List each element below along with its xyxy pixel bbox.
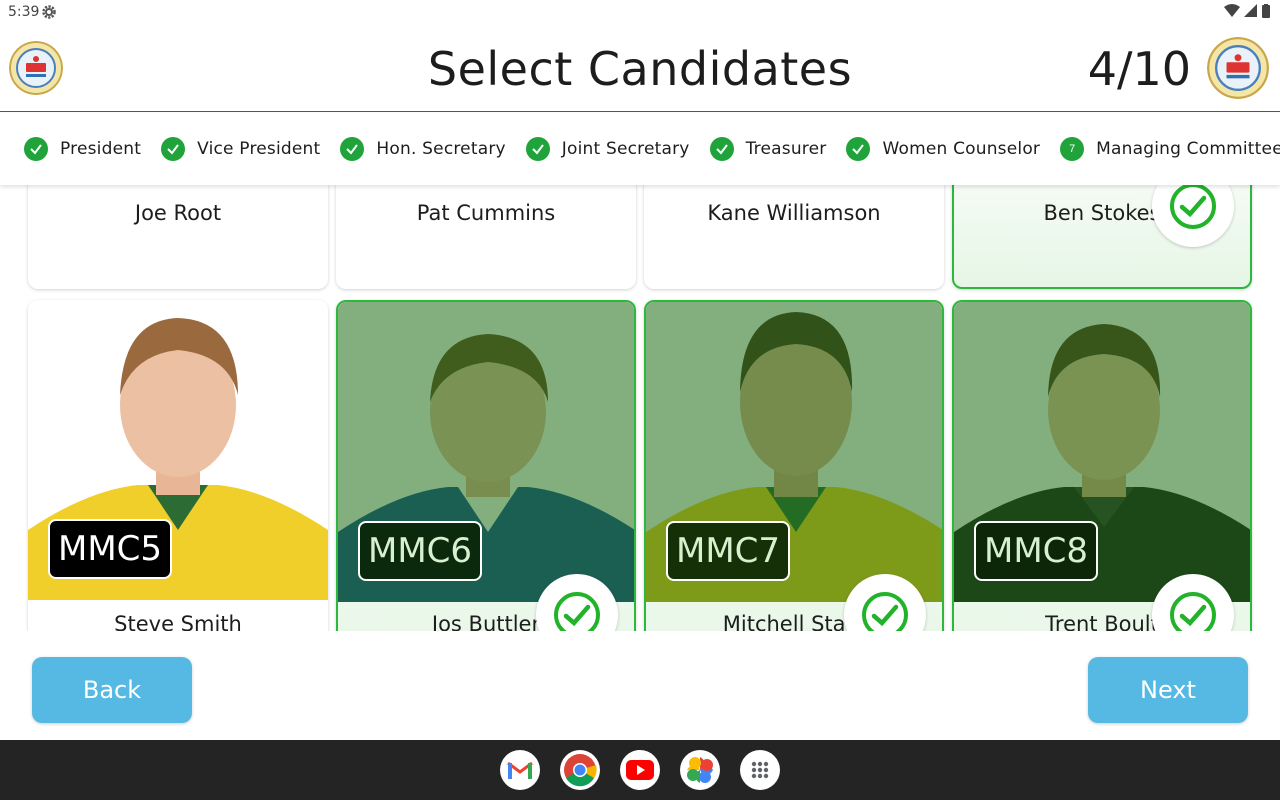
candidate-card[interactable]: MMC5 Steve Smith bbox=[28, 300, 328, 631]
status-bar: 5:39 bbox=[0, 0, 1280, 24]
selected-check-icon bbox=[1152, 185, 1234, 247]
candidate-card-selected[interactable]: MMC8 Trent Boult bbox=[952, 300, 1252, 631]
check-icon bbox=[525, 137, 550, 161]
back-button[interactable]: Back bbox=[32, 657, 192, 723]
step-managing-committee[interactable]: 7 Managing Committee bbox=[1060, 137, 1280, 161]
candidate-card-selected[interactable]: Ben Stokes bbox=[952, 185, 1252, 289]
candidate-name: Kane Williamson bbox=[707, 201, 881, 225]
selection-counter: 4/10 bbox=[1087, 42, 1191, 96]
step-vice-president[interactable]: Vice President bbox=[161, 137, 320, 161]
position-stepper: President Vice President Hon. Secretary … bbox=[0, 113, 1280, 185]
next-button[interactable]: Next bbox=[1088, 657, 1248, 723]
step-women-counselor[interactable]: Women Counselor bbox=[846, 137, 1040, 161]
candidate-card[interactable]: Joe Root bbox=[28, 185, 328, 289]
check-icon bbox=[340, 137, 365, 161]
step-label: Women Counselor bbox=[882, 139, 1041, 159]
step-treasurer[interactable]: Treasurer bbox=[709, 137, 827, 161]
candidate-code-badge: MMC5 bbox=[48, 519, 173, 579]
candidate-card-selected[interactable]: MMC6 Jos Buttler bbox=[336, 300, 636, 631]
step-number-badge: 7 bbox=[1060, 137, 1085, 161]
candidate-card-selected[interactable]: MMC7 Mitchell Starc bbox=[644, 300, 944, 631]
step-label: Hon. Secretary bbox=[376, 139, 506, 159]
step-label: Joint Secretary bbox=[561, 139, 690, 159]
step-hon-secretary[interactable]: Hon. Secretary bbox=[340, 137, 506, 161]
step-president[interactable]: President bbox=[24, 137, 141, 161]
os-taskbar bbox=[0, 740, 1280, 800]
candidate-grid: Joe Root Pat Cummins Kane Williamson Ben… bbox=[0, 185, 1280, 631]
candidate-card[interactable]: Pat Cummins bbox=[336, 185, 636, 289]
candidate-name: Joe Root bbox=[134, 201, 222, 225]
step-joint-secretary[interactable]: Joint Secretary bbox=[525, 137, 690, 161]
check-icon bbox=[24, 137, 48, 161]
status-time: 5:39 bbox=[8, 4, 40, 20]
app-drawer-icon[interactable] bbox=[740, 750, 780, 790]
candidate-code-badge: MMC7 bbox=[666, 521, 791, 581]
check-icon bbox=[161, 137, 186, 161]
photos-icon[interactable] bbox=[680, 750, 720, 790]
chrome-icon[interactable] bbox=[560, 750, 600, 790]
wifi-icon bbox=[1224, 4, 1240, 17]
step-label: Treasurer bbox=[745, 139, 827, 159]
battery-icon bbox=[1262, 4, 1270, 18]
candidate-card[interactable]: Kane Williamson bbox=[644, 185, 944, 289]
app-header: Select Candidates 4/10 bbox=[0, 24, 1280, 112]
signal-icon bbox=[1244, 4, 1257, 17]
youtube-icon[interactable] bbox=[620, 750, 660, 790]
step-label: President bbox=[60, 139, 142, 159]
check-icon bbox=[846, 137, 871, 161]
step-label: Managing Committee bbox=[1096, 139, 1280, 159]
settings-gear-icon bbox=[42, 5, 56, 19]
check-icon bbox=[709, 137, 734, 161]
gmail-icon[interactable] bbox=[500, 750, 540, 790]
association-logo-right bbox=[1207, 37, 1269, 99]
candidate-name: Steve Smith bbox=[114, 612, 242, 631]
candidate-code-badge: MMC6 bbox=[358, 521, 483, 581]
candidate-code-badge: MMC8 bbox=[974, 521, 1099, 581]
candidate-name: Pat Cummins bbox=[416, 201, 556, 225]
step-label: Vice President bbox=[197, 139, 321, 159]
